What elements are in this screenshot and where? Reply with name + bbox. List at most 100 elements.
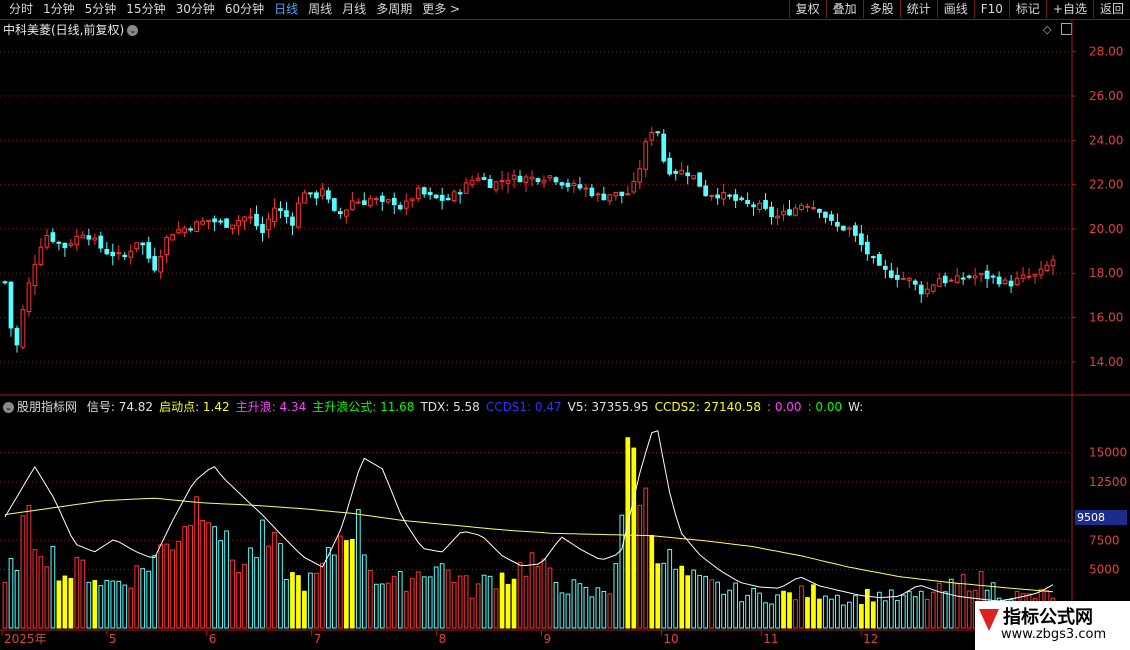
candle-body: [1038, 268, 1044, 276]
candle-body: [170, 234, 176, 241]
volume-bar: [206, 522, 211, 629]
candle-body: [379, 195, 385, 202]
volume-bar: [176, 540, 182, 629]
candle-body: [164, 236, 170, 256]
volume-bar: [242, 563, 247, 629]
volume-bar: [781, 590, 786, 629]
month-label: 5: [109, 632, 117, 646]
volume-bar: [888, 589, 894, 629]
volume-bar: [188, 524, 193, 629]
candle-body: [553, 177, 559, 183]
candle-body: [122, 254, 128, 258]
volume-bar: [763, 602, 768, 629]
volume-bar: [631, 447, 637, 629]
volume-bar: [146, 570, 152, 629]
month-label: 2025年: [4, 632, 47, 646]
indicator-value-6: V5: 37355.95: [567, 400, 649, 414]
volume-bar: [254, 557, 259, 629]
candle-body: [577, 184, 583, 189]
volume-bar: [900, 594, 906, 629]
candle-body: [38, 246, 44, 266]
volume-bar: [20, 515, 26, 629]
candle-body: [391, 197, 397, 206]
price-tick-label: 18.00: [1089, 266, 1123, 280]
candle-body: [242, 216, 247, 222]
volume-bar: [637, 504, 643, 629]
volume-bar: [50, 545, 56, 629]
candle-body: [601, 193, 607, 201]
candle-body: [176, 229, 182, 234]
volume-marker-box: 9508: [1075, 509, 1127, 525]
volume-bar: [80, 559, 86, 629]
volume-bar: [158, 544, 164, 629]
candle-body: [613, 191, 619, 197]
candle-body: [493, 181, 499, 191]
volume-bar: [541, 558, 547, 629]
volume-bar: [733, 582, 738, 629]
candle-body: [212, 218, 217, 223]
month-label: 8: [439, 632, 447, 646]
chart-canvas[interactable]: 28.00 26.00 24.00 22.00 20.00 18.00 16.00 14.00…: [0, 0, 1130, 650]
volume-bar: [116, 580, 122, 629]
volume-bar: [451, 581, 457, 629]
candle-body: [511, 174, 517, 180]
candle-body: [954, 275, 960, 283]
candle-body: [930, 284, 936, 292]
volume-bar: [439, 563, 445, 629]
volume-bar: [433, 566, 439, 629]
volume-bar: [373, 583, 379, 629]
volume-tick-label: 7500: [1089, 533, 1120, 547]
candle-body: [990, 275, 996, 278]
volume-bar: [559, 592, 565, 629]
watermark-url: www.zbgs3.com: [1001, 627, 1107, 642]
candle-body: [50, 232, 56, 242]
volume-bar: [805, 597, 810, 629]
volume-bar: [697, 574, 703, 629]
candle-body: [481, 177, 487, 180]
chevron-down-icon[interactable]: ⌄: [3, 402, 14, 413]
volume-bar: [457, 575, 463, 629]
candle-body: [158, 256, 164, 273]
volume-bar: [571, 579, 577, 629]
logo-icon: [979, 609, 999, 631]
volume-bar: [811, 584, 816, 629]
price-tick-label: 26.00: [1089, 89, 1123, 103]
volume-bar: [865, 588, 870, 629]
candle-body: [86, 235, 92, 240]
volume-bar: [8, 558, 14, 629]
candle-body: [894, 274, 900, 280]
candle-body: [541, 179, 547, 184]
candle-body: [355, 201, 361, 204]
volume-bar: [529, 552, 535, 629]
candle-body: [278, 208, 283, 211]
candle-body: [433, 194, 439, 199]
volume-bar: [721, 593, 726, 629]
volume-bar: [817, 598, 822, 629]
volume-bar: [397, 571, 403, 629]
volume-bar: [68, 578, 74, 629]
volume-bar: [38, 556, 44, 629]
candle-body: [835, 221, 840, 227]
candle-body: [110, 251, 116, 257]
candle-body: [870, 256, 876, 259]
volume-bar: [703, 575, 709, 629]
candle-body: [128, 250, 134, 258]
volume-bar: [379, 583, 385, 629]
indicator-value-5: CCDS1: 0.47: [485, 400, 562, 414]
candle-body: [859, 233, 864, 245]
volume-bar: [535, 566, 541, 629]
volume-bar: [829, 598, 834, 629]
candle-body: [853, 225, 858, 236]
volume-bar: [643, 487, 649, 629]
volume-bar: [948, 578, 954, 629]
volume-bar: [194, 496, 199, 629]
candle-body: [140, 242, 146, 246]
candle-body: [451, 191, 457, 202]
candle-body: [775, 215, 780, 219]
volume-bar: [122, 584, 128, 629]
volume-tick-label: 15000: [1089, 446, 1127, 460]
volume-bar: [218, 540, 223, 629]
candle-body: [367, 198, 373, 207]
volume-bar: [841, 604, 846, 629]
candle-body: [978, 273, 984, 276]
